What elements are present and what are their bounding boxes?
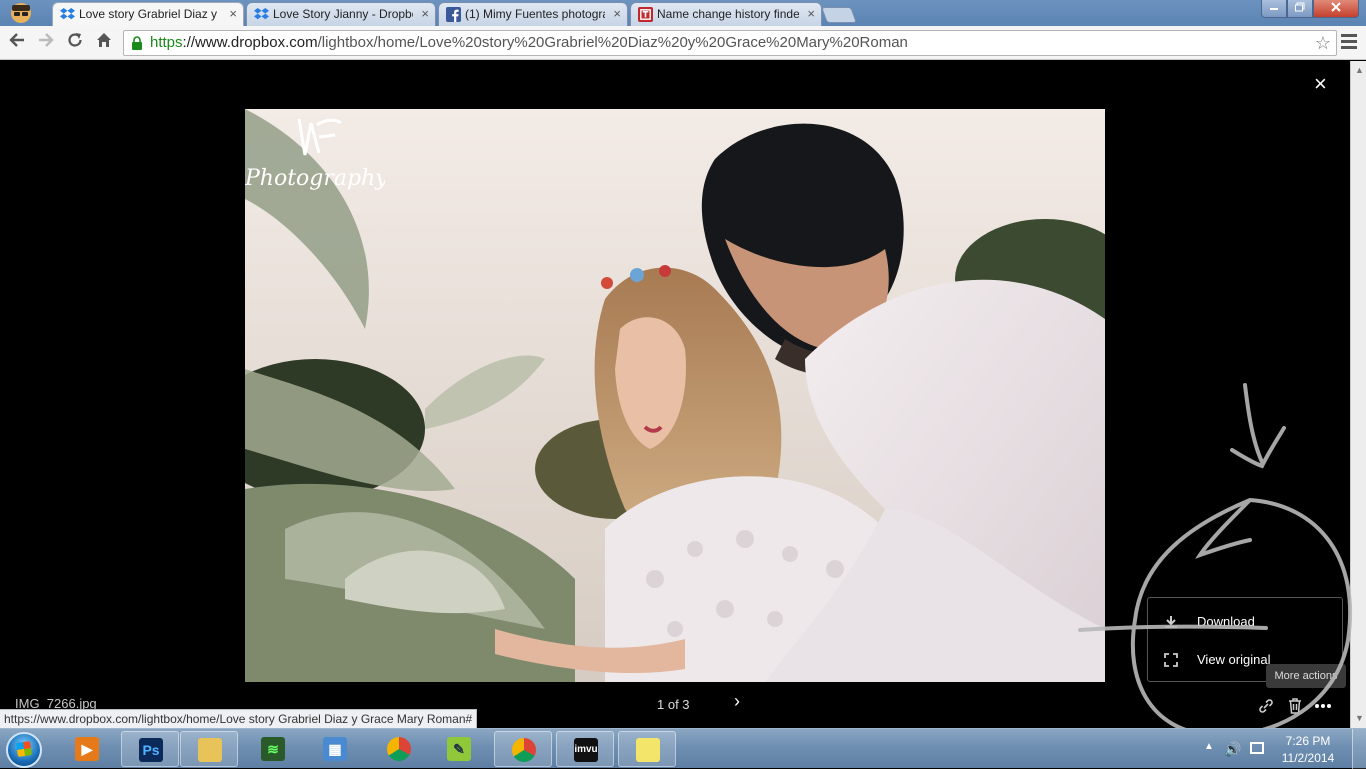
taskbar-control-panel[interactable]: ▦ [306,731,364,767]
tab-title: Love story Grabriel Diaz y Grace Mary Ro… [79,7,221,21]
imvu-icon: imvu [574,738,598,762]
watermark-text: Photography [245,166,385,191]
tray-expand-icon[interactable]: ▲ [1204,741,1214,752]
tab-close-icon[interactable]: × [229,3,237,25]
windows-taskbar: ▶ Ps ≋ ▦ ✎ imvu ▲ 🔊 7:26 PM 11/2/2014 [0,728,1366,769]
photoshop-icon: Ps [139,738,163,762]
window-restore-button[interactable] [1287,0,1313,18]
tab-title: Name change history finder [657,7,799,21]
windows-logo-icon [16,741,32,757]
minimize-icon [1270,8,1278,10]
tab-close-icon[interactable]: × [421,3,429,25]
menu-item-label: Download [1197,614,1255,629]
media-player-icon: ▶ [75,737,99,761]
download-icon [1165,616,1177,628]
address-bar[interactable]: https://www.dropbox.com/lightbox/home/Lo… [123,30,1337,56]
forward-button[interactable] [34,31,58,55]
menu-item-download[interactable]: Download [1148,603,1344,641]
start-button[interactable] [6,732,42,768]
expand-icon [1164,653,1178,667]
clock-time[interactable]: 7:26 PM [1278,734,1338,748]
scroll-down-icon[interactable]: ▼ [1355,713,1364,723]
browser-toolbar: https://www.dropbox.com/lightbox/home/Lo… [0,26,1366,60]
notepad-plus-plus-icon: ✎ [447,737,471,761]
system-tray: ▲ 🔊 7:26 PM 11/2/2014 [1196,729,1366,769]
more-actions-tooltip: More actions [1266,664,1346,688]
lightbox-viewer: × Photography IMG_7266.jpg 1 of 3 › Down… [0,61,1350,728]
share-link-icon[interactable] [1257,697,1275,715]
name-history-icon [638,7,653,22]
window-minimize-button[interactable] [1261,0,1287,18]
scroll-up-icon[interactable]: ▲ [1355,65,1364,75]
network-icon[interactable] [1250,742,1264,754]
sticky-notes-icon [636,738,660,762]
volume-icon[interactable]: 🔊 [1224,741,1241,758]
more-actions-icon[interactable] [1314,697,1332,715]
tab-facebook[interactable]: (1) Mimy Fuentes photography × [438,2,628,26]
tab-title: Love Story Jianny - Dropbox [273,7,413,21]
url-scheme: https [150,34,183,51]
folder-icon [198,738,222,762]
photographer-watermark: Photography [245,118,385,191]
reload-button[interactable] [63,31,87,55]
dropbox-icon [254,7,269,20]
dropbox-icon [60,7,75,20]
facebook-icon [446,7,461,22]
taskbar-explorer[interactable] [180,731,238,767]
vertical-scrollbar[interactable]: ▲ ▼ [1350,61,1366,728]
lightbox-photo: Photography [245,109,1105,682]
home-icon [97,33,111,47]
close-icon [1331,2,1341,12]
taskbar-task-manager[interactable]: ≋ [244,731,302,767]
clock-date[interactable]: 11/2/2014 [1278,751,1338,765]
next-photo-button[interactable]: › [734,691,740,712]
lightbox-close-icon[interactable]: × [1314,73,1327,95]
lock-icon [132,36,142,50]
chrome-icon [387,737,411,761]
home-button[interactable] [92,31,116,55]
url-host: ://www.dropbox.com [182,34,318,51]
chrome-menu-icon[interactable] [1341,31,1357,51]
forward-arrow-icon [39,33,54,47]
trash-icon[interactable] [1286,697,1304,715]
taskbar-photoshop[interactable]: Ps [121,731,179,767]
chrome-icon [512,738,536,762]
show-desktop-button[interactable] [1352,729,1366,769]
bookmark-star-icon[interactable]: ☆ [1315,31,1331,55]
status-bubble-url: https://www.dropbox.com/lightbox/home/Lo… [0,709,478,728]
taskbar-chrome[interactable] [370,731,428,767]
back-button[interactable] [5,31,29,55]
new-tab-button[interactable] [821,7,857,23]
taskbar-media-player[interactable]: ▶ [58,731,116,767]
control-panel-icon: ▦ [323,737,347,761]
tab-close-icon[interactable]: × [807,3,815,25]
taskbar-chrome-active[interactable] [494,731,552,767]
reload-icon [68,33,82,47]
restore-icon [1295,2,1305,12]
back-arrow-icon [9,33,24,47]
tab-name-history[interactable]: Name change history finder × [630,2,822,26]
taskbar-notepad-plus-plus[interactable]: ✎ [430,731,488,767]
tab-dropbox-love-story[interactable]: Love story Grabriel Diaz y Grace Mary Ro… [52,2,244,27]
tab-title: (1) Mimy Fuentes photography [465,7,605,21]
task-manager-icon: ≋ [261,737,285,761]
taskbar-sticky-notes[interactable] [618,731,676,767]
photo-pager: 1 of 3 [657,697,690,712]
browser-tab-strip: Love story Grabriel Diaz y Grace Mary Ro… [0,0,1366,27]
taskbar-imvu[interactable]: imvu [556,731,614,767]
menu-item-label: View original [1197,652,1271,667]
tab-dropbox-jianny[interactable]: Love Story Jianny - Dropbox × [246,2,436,26]
profile-avatar-icon[interactable] [6,1,36,25]
window-close-button[interactable] [1313,0,1359,18]
tab-close-icon[interactable]: × [613,3,621,25]
url-path: /lightbox/home/Love%20story%20Grabriel%2… [317,34,908,51]
